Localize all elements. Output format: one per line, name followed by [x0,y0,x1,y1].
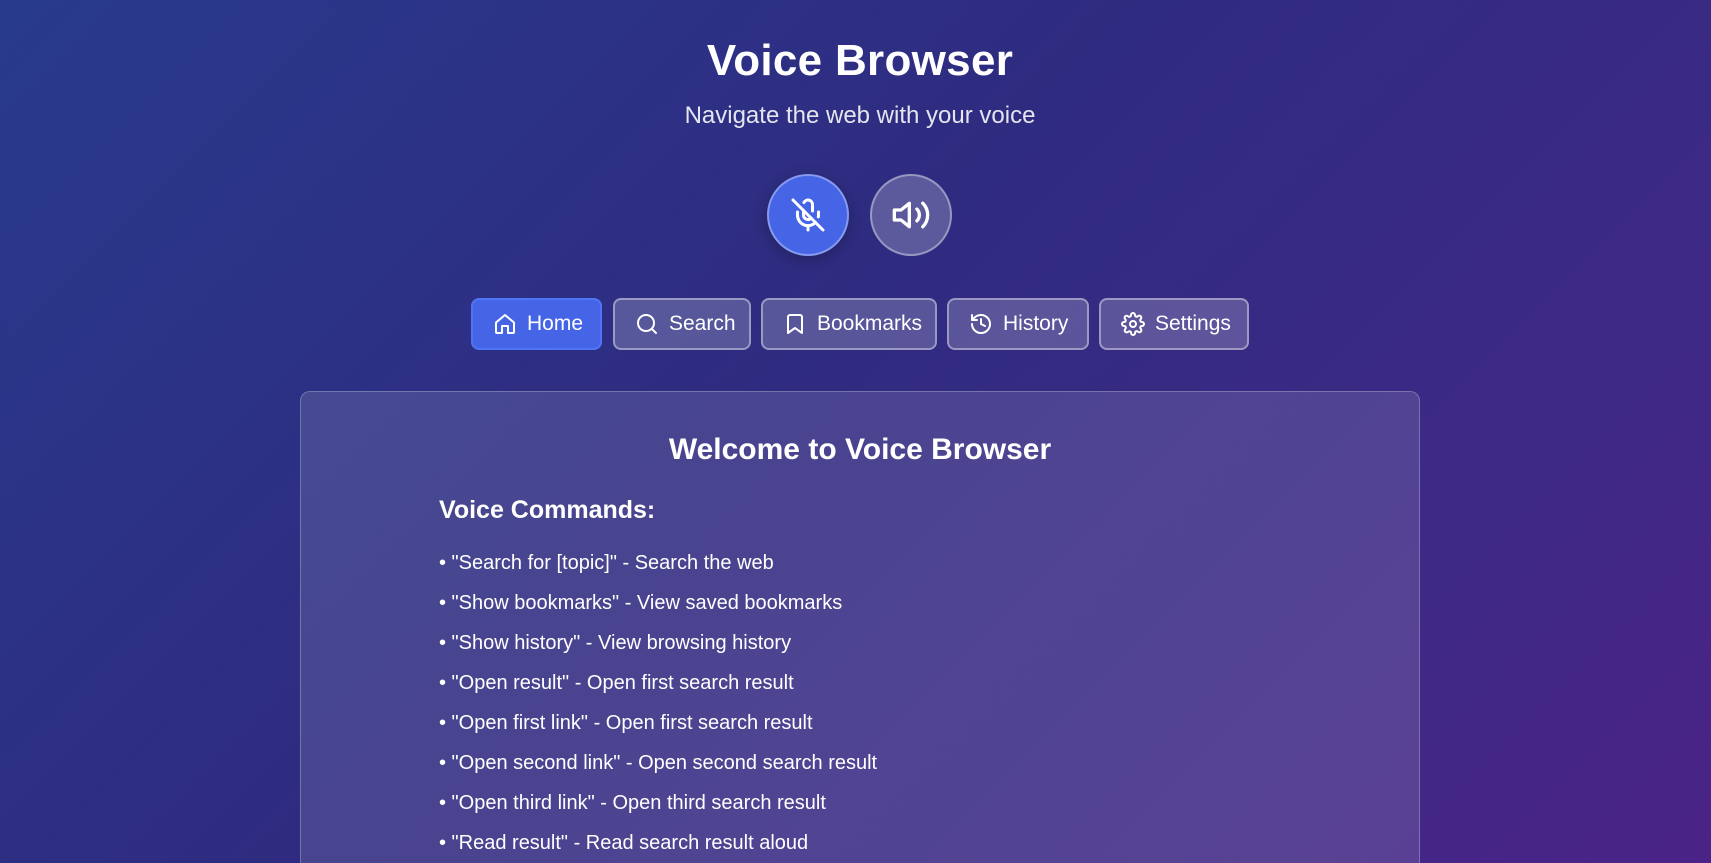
list-item: • "Show history" - View browsing history [439,632,792,654]
home-icon [493,312,527,336]
welcome-title: Welcome to Voice Browser [668,433,1052,466]
search-icon [635,312,669,336]
bookmark-icon [783,312,817,336]
speaker-toggle-button[interactable] [870,174,952,256]
history-icon [969,312,1003,336]
list-item: • "Open first link" - Open first search … [439,712,813,734]
app-title: Voice Browser [706,36,1014,85]
app-subtitle: Navigate the web with your voice [684,102,1036,129]
nav-search-button[interactable]: Search [613,298,751,350]
volume-icon [891,195,931,235]
nav-settings-button[interactable]: Settings [1099,298,1249,350]
nav-home-label: Home [527,312,584,335]
nav-settings-label: Settings [1155,312,1231,335]
nav-bookmarks-label: Bookmarks [817,312,923,335]
nav-history-label: History [1003,312,1069,335]
gear-icon [1121,312,1155,336]
nav-history-button[interactable]: History [947,298,1089,350]
voice-commands-list: • "Search for [topic]" - Search the web … [439,548,877,863]
list-item: • "Open result" - Open first search resu… [439,672,794,694]
list-item: • "Open second link" - Open second searc… [439,752,878,774]
mic-toggle-button[interactable] [767,174,849,256]
nav-search-label: Search [669,312,736,335]
voice-commands-heading: Voice Commands: [439,496,656,524]
list-item: • "Open third link" - Open third search … [439,792,826,814]
list-item: • "Search for [topic]" - Search the web [439,552,774,574]
mic-off-icon [790,197,826,233]
list-item: • "Read result" - Read search result alo… [439,832,809,854]
list-item: • "Show bookmarks" - View saved bookmark… [439,592,843,614]
nav-bookmarks-button[interactable]: Bookmarks [761,298,937,350]
nav-home-button[interactable]: Home [471,298,602,350]
